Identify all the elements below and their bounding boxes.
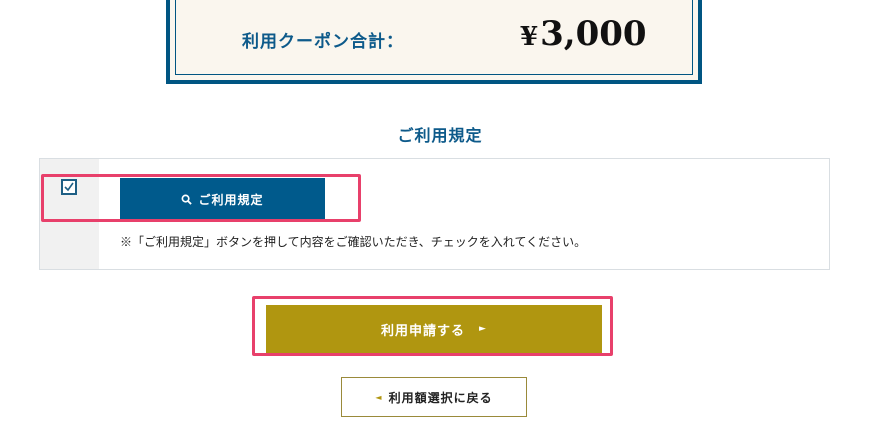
back-button-label: 利用額選択に戻る [388, 390, 493, 405]
search-icon [182, 194, 193, 205]
checkmark-icon [64, 182, 74, 192]
submit-button-label: 利用申請する [381, 323, 466, 339]
arrow-left-icon: ◄ [375, 392, 383, 402]
view-terms-button-label: ご利用規定 [198, 192, 264, 207]
coupon-amount-value: 3,000 [540, 14, 647, 54]
terms-checkbox-column [40, 159, 99, 269]
terms-agree-checkbox[interactable] [61, 179, 77, 195]
coupon-total-label: 利用クーポン合計： [242, 32, 404, 52]
currency-symbol: ¥ [520, 22, 539, 52]
arrow-right-icon: ► [479, 324, 487, 334]
submit-application-button[interactable]: 利用申請する ► [266, 305, 602, 353]
coupon-total-amount: ¥3,000 [520, 14, 647, 54]
back-to-amount-selection-button[interactable]: ◄ 利用額選択に戻る [341, 377, 527, 417]
terms-panel: ご利用規定 ※「ご利用規定」ボタンを押して内容をご確認いただき、チェックを入れて… [39, 158, 830, 270]
terms-section-title: ご利用規定 [397, 126, 483, 145]
coupon-summary-box: 利用クーポン合計： ¥3,000 [166, 0, 702, 84]
terms-instruction-note: ※「ご利用規定」ボタンを押して内容をご確認いただき、チェックを入れてください。 [120, 235, 587, 249]
view-terms-button[interactable]: ご利用規定 [120, 178, 325, 220]
